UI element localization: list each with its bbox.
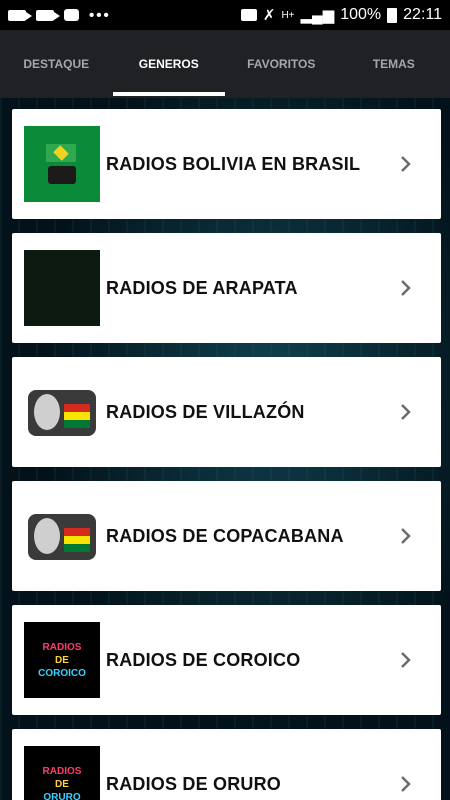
chevron-right-icon: [391, 397, 421, 427]
chevron-right-icon: [391, 149, 421, 179]
list-item-arapata[interactable]: RADIOS DE ARAPATA: [12, 233, 441, 343]
oruro-thumbnail: RADIOS DE ORURO: [24, 746, 100, 800]
cast-icon: [240, 9, 257, 21]
list-item-coroico[interactable]: RADIOS DE COROICO RADIOS DE COROICO: [12, 605, 441, 715]
radio-icon: [24, 498, 100, 574]
chevron-right-icon: [391, 273, 421, 303]
more-notifications-icon: •••: [89, 6, 111, 24]
clock: 22:11: [403, 6, 442, 23]
tab-destaque[interactable]: DESTAQUE: [0, 30, 113, 98]
tab-favoritos[interactable]: FAVORITOS: [225, 30, 338, 98]
mute-icon: ✗: [262, 7, 276, 24]
tab-bar: DESTAQUE GENEROS FAVORITOS TEMAS: [0, 30, 450, 98]
list-item-label: RADIOS DE COROICO: [106, 649, 301, 670]
status-bar: ••• ✗ H+ ▂▄▆ 100% 22:11: [0, 0, 450, 30]
battery-percent: 100%: [340, 6, 382, 23]
chevron-right-icon: [391, 769, 421, 799]
video-call-icon: [36, 9, 60, 21]
list-item-label: RADIOS BOLIVIA EN BRASIL: [106, 153, 361, 174]
list-item-copacabana[interactable]: RADIOS DE COPACABANA: [12, 481, 441, 591]
video-camera-icon: [8, 9, 32, 21]
list-item-label: RADIOS DE COPACABANA: [106, 525, 344, 546]
list-item-oruro[interactable]: RADIOS DE ORURO RADIOS DE ORURO: [12, 729, 441, 800]
tab-temas[interactable]: TEMAS: [338, 30, 450, 98]
chevron-right-icon: [391, 645, 421, 675]
battery-icon: [387, 7, 398, 23]
message-icon: [64, 9, 79, 21]
list-item-label: RADIOS DE ARAPATA: [106, 277, 298, 298]
signal-icon: ▂▄▆: [300, 7, 335, 24]
tab-generos[interactable]: GENEROS: [112, 30, 226, 98]
network-type: H+: [281, 9, 295, 21]
list-item-bolivia-en-brasil[interactable]: RADIOS BOLIVIA EN BRASIL: [12, 109, 441, 219]
arapata-thumbnail: [24, 250, 100, 326]
list-item-label: RADIOS DE VILLAZÓN: [106, 401, 305, 422]
list-item-villazon[interactable]: RADIOS DE VILLAZÓN: [12, 357, 441, 467]
coroico-thumbnail: RADIOS DE COROICO: [24, 622, 100, 698]
chevron-right-icon: [391, 521, 421, 551]
brasil-thumbnail: [24, 126, 100, 202]
list-item-label: RADIOS DE ORURO: [106, 773, 282, 794]
genre-list: RADIOS BOLIVIA EN BRASIL RADIOS DE ARAPA…: [0, 98, 450, 800]
radio-icon: [24, 374, 100, 450]
